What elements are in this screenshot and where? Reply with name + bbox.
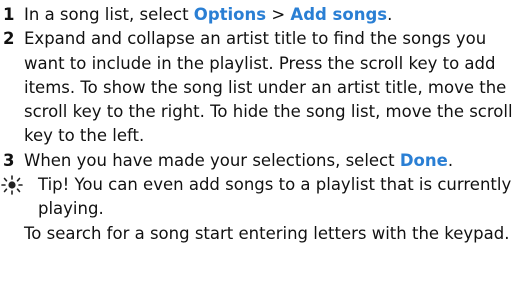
step-2: 2 Expand and collapse an artist title to… <box>0 27 513 148</box>
done-keyword: Done <box>399 150 448 170</box>
step-1: 1 In a song list, select Options > Add s… <box>0 3 513 27</box>
tip-text: Tip! You can even add songs to a playlis… <box>38 175 512 219</box>
step-number: 3 <box>3 150 15 170</box>
step-text: Expand and collapse an artist title to f… <box>24 29 513 146</box>
add-songs-keyword: Add songs <box>290 5 388 24</box>
step-text-separator: > <box>266 5 291 24</box>
step-text-end: . <box>387 5 393 24</box>
tip-sun-icon <box>1 175 23 195</box>
step-text-end: . <box>447 150 454 170</box>
tip-block: Tip! You can even add songs to a playlis… <box>0 173 513 246</box>
instructions-document: 1 In a song list, select Options > Add s… <box>0 3 513 246</box>
step-text: When you have made your selections, sele… <box>24 150 400 170</box>
step-number: 1 <box>3 5 15 24</box>
options-keyword: Options <box>193 5 267 24</box>
tip-extra-text: To search for a song start entering lett… <box>24 223 510 243</box>
step-text: In a song list, select <box>24 5 194 24</box>
step-3: 3 When you have made your selections, se… <box>0 149 513 173</box>
step-number: 2 <box>3 29 15 49</box>
